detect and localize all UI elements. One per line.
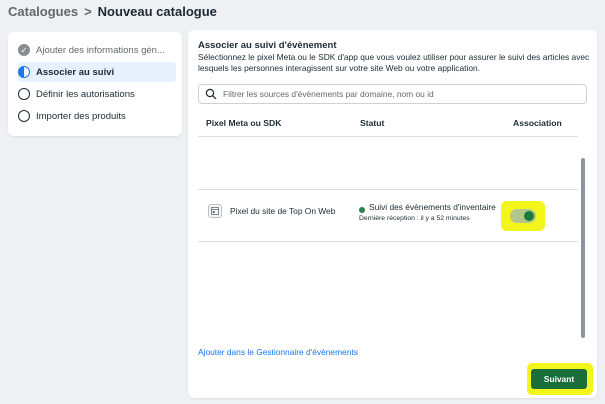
scrollbar[interactable] [581,158,585,338]
table-header-divider [198,136,578,137]
section-title: Associer au suivi d'évènement [198,40,337,51]
section-description: Sélectionnez le pixel Meta ou le SDK d'a… [198,52,590,73]
step-add-info[interactable]: ✓ Ajouter des informations gén... [18,40,176,60]
main-panel: Associer au suivi d'évènement Sélectionn… [188,30,597,398]
column-source: Pixel Meta ou SDK [206,118,282,128]
step-label: Ajouter des informations gén... [36,44,165,56]
search-icon [205,88,217,100]
pixel-icon [208,204,222,218]
step-permissions[interactable]: Définir les autorisations [18,84,176,104]
association-toggle[interactable] [510,209,536,223]
row-divider [198,189,578,190]
status-dot-icon [359,207,365,213]
step-import-products[interactable]: Importer des produits [18,106,176,126]
search-box [198,84,587,104]
step-label: Définir les autorisations [36,88,135,100]
column-status: Statut [360,118,385,128]
row-divider [198,241,578,242]
breadcrumb-catalogues-link[interactable]: Catalogues [8,4,78,19]
table-row-status: Suivi des évènements d'inventaire Derniè… [359,202,499,222]
next-button[interactable]: Suivant [531,369,587,389]
breadcrumb: Catalogues > Nouveau catalogue [8,2,217,20]
step-label: Importer des produits [36,110,126,122]
step-label: Associer au suivi [36,66,115,78]
table-row-source: Pixel du site de Top On Web [208,204,335,218]
status-text: Suivi des évènements d'inventaire [369,202,496,212]
half-filled-circle-icon [18,66,30,78]
breadcrumb-separator: > [84,3,92,19]
table-header: Pixel Meta ou SDK Statut Association [198,112,590,134]
steps-panel: ✓ Ajouter des informations gén... Associ… [8,32,182,136]
last-received-text: Dernière réception : il y a 52 minutes [359,215,470,222]
column-association: Association [513,118,562,128]
pixel-name: Pixel du site de Top On Web [230,206,336,216]
toggle-knob [524,211,534,221]
search-input[interactable] [221,88,565,100]
check-circle-icon: ✓ [18,44,30,56]
add-in-events-manager-link[interactable]: Ajouter dans le Gestionnaire d'évènement… [198,347,358,357]
empty-circle-icon [18,88,30,100]
empty-circle-icon [18,110,30,122]
page-title: Nouveau catalogue [97,3,217,19]
step-associate-tracking[interactable]: Associer au suivi [18,62,176,82]
